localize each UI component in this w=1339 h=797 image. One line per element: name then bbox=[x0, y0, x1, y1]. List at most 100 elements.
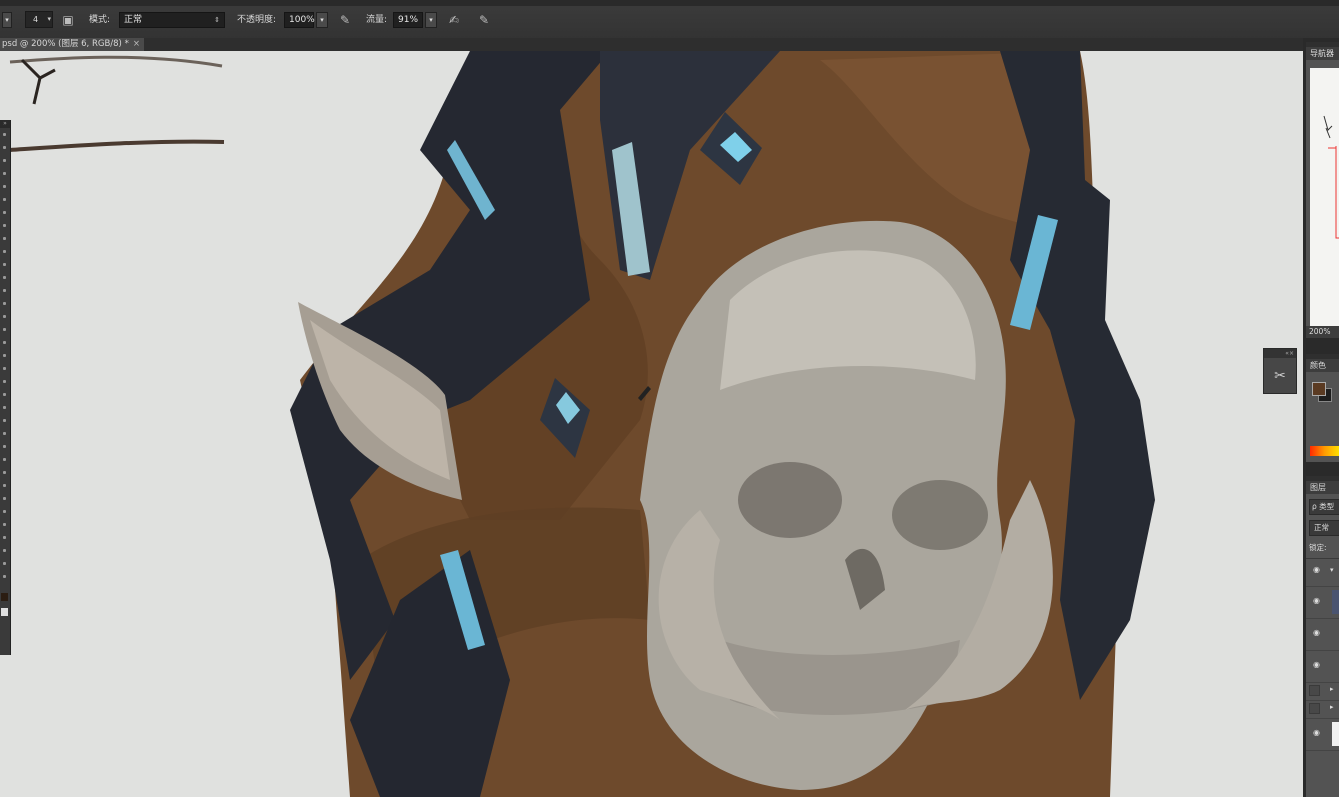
healing-tool[interactable] bbox=[0, 206, 10, 219]
navigator-panel: 导航器 200% bbox=[1306, 42, 1339, 338]
history-brush-tool[interactable] bbox=[0, 245, 10, 258]
navigator-thumbnail[interactable] bbox=[1310, 68, 1339, 330]
brush-size-picker[interactable]: 4 ▾ bbox=[25, 11, 53, 28]
chevron-right-icon[interactable]: ▸ bbox=[1330, 703, 1334, 711]
marquee-tool[interactable] bbox=[0, 141, 10, 154]
blend-mode-select[interactable]: 正常 bbox=[1309, 520, 1339, 536]
hand-tool[interactable] bbox=[0, 362, 10, 375]
skull-eye-socket bbox=[738, 462, 842, 538]
blur-tool[interactable] bbox=[0, 284, 10, 297]
layer-row[interactable]: ◉ bbox=[1306, 718, 1339, 751]
chevron-right-icon[interactable]: ▸ bbox=[1330, 685, 1334, 693]
visibility-toggle-off[interactable] bbox=[1309, 703, 1320, 714]
eye-icon[interactable]: ◉ bbox=[1313, 628, 1320, 637]
toolbar-collapse-icon[interactable]: » bbox=[0, 120, 10, 128]
lasso-tool[interactable] bbox=[0, 154, 10, 167]
mode-select[interactable]: 正常 ⇕ bbox=[119, 12, 225, 28]
layer-group-row[interactable]: ▸ bbox=[1306, 682, 1339, 701]
extra-tool[interactable] bbox=[0, 544, 10, 557]
opacity-label: 不透明度: bbox=[237, 15, 277, 25]
dodge-tool[interactable] bbox=[0, 297, 10, 310]
foreground-color-chip[interactable] bbox=[1312, 382, 1326, 396]
color-title[interactable]: 颜色 bbox=[1306, 359, 1339, 372]
navigator-zoom[interactable]: 200% bbox=[1306, 326, 1339, 338]
background-color-swatch[interactable] bbox=[1, 608, 8, 616]
eyedropper-tool[interactable] bbox=[0, 193, 10, 206]
clone-stamp-tool[interactable] bbox=[0, 232, 10, 245]
foreground-color-swatch[interactable] bbox=[1, 593, 8, 601]
layers-panel: 图层 ρ 类型 正常 锁定: ◉ ▾ ◉ ◉ ◉ ▸ ▸ ◉ bbox=[1306, 476, 1339, 797]
panel-collapse-icon[interactable]: «× bbox=[1264, 349, 1296, 358]
visibility-toggle-off[interactable] bbox=[1309, 685, 1320, 696]
extra-tool[interactable] bbox=[0, 570, 10, 583]
artwork bbox=[9, 51, 1155, 797]
layer-filter-select[interactable]: ρ 类型 bbox=[1309, 499, 1339, 515]
shape-tool[interactable] bbox=[0, 349, 10, 362]
sketch-stroke bbox=[9, 55, 223, 68]
navigator-title[interactable]: 导航器 bbox=[1306, 47, 1339, 60]
extra-tool[interactable] bbox=[0, 557, 10, 570]
pen-tool[interactable] bbox=[0, 310, 10, 323]
menu-strip bbox=[0, 0, 1339, 6]
move-tool[interactable] bbox=[0, 128, 10, 141]
eye-icon[interactable]: ◉ bbox=[1313, 565, 1320, 574]
eye-icon[interactable]: ◉ bbox=[1313, 660, 1320, 669]
path-select-tool[interactable] bbox=[0, 336, 10, 349]
color-ramp[interactable] bbox=[1310, 446, 1339, 456]
opacity-input[interactable]: 100% bbox=[284, 12, 315, 28]
extra-tool[interactable] bbox=[0, 427, 10, 440]
layers-title[interactable]: 图层 bbox=[1306, 481, 1339, 494]
layer-row[interactable]: ◉ bbox=[1306, 650, 1339, 683]
rotate-view-tool[interactable] bbox=[0, 388, 10, 401]
flow-input[interactable]: 91% bbox=[393, 12, 423, 28]
extra-tool[interactable] bbox=[0, 466, 10, 479]
document-tab-bar: psd @ 200% (图层 6, RGB/8) * × bbox=[0, 38, 1305, 51]
extra-tool[interactable] bbox=[0, 453, 10, 466]
layer-thumbnail bbox=[1332, 590, 1339, 614]
extra-tool[interactable] bbox=[0, 518, 10, 531]
gradient-tool[interactable] bbox=[0, 271, 10, 284]
layer-row[interactable]: ◉ bbox=[1306, 586, 1339, 619]
document-tab[interactable]: psd @ 200% (图层 6, RGB/8) * × bbox=[0, 38, 144, 51]
zoom-tool[interactable] bbox=[0, 375, 10, 388]
chevron-down-icon[interactable]: ▾ bbox=[1330, 566, 1334, 574]
brush-size-value: 4 bbox=[33, 15, 39, 24]
canvas[interactable] bbox=[0, 51, 1303, 797]
extra-tool[interactable] bbox=[0, 479, 10, 492]
scissors-icon[interactable]: ✂ bbox=[1267, 363, 1293, 389]
type-tool[interactable] bbox=[0, 323, 10, 336]
options-bar: ▾ 4 ▾ ▣ 模式: 正常 ⇕ 不透明度: 100% ▾ ✎ 流量: 91% … bbox=[0, 0, 1339, 39]
brush-tool[interactable] bbox=[0, 219, 10, 232]
quick-select-tool[interactable] bbox=[0, 167, 10, 180]
tool-preset-dropdown[interactable]: ▾ bbox=[2, 12, 12, 28]
floating-panel: «× ✂ bbox=[1263, 348, 1297, 394]
extra-tool[interactable] bbox=[0, 505, 10, 518]
airbrush-icon[interactable]: ✍ bbox=[446, 12, 462, 28]
eye-icon[interactable]: ◉ bbox=[1313, 728, 1320, 737]
divider bbox=[1306, 558, 1339, 559]
layer-row[interactable]: ◉ ▾ bbox=[1306, 560, 1339, 587]
layer-thumbnail bbox=[1332, 722, 1339, 746]
extra-tool[interactable] bbox=[0, 492, 10, 505]
mode-label: 模式: bbox=[89, 15, 111, 25]
extra-tool[interactable] bbox=[0, 440, 10, 453]
opacity-slider-toggle[interactable]: ▾ bbox=[316, 12, 328, 28]
pressure-opacity-icon[interactable]: ✎ bbox=[337, 12, 353, 28]
color-panel: 颜色 bbox=[1306, 354, 1339, 462]
skull-eye-socket bbox=[892, 480, 988, 550]
preview-stroke bbox=[1323, 115, 1333, 139]
flow-slider-toggle[interactable]: ▾ bbox=[425, 12, 437, 28]
close-icon[interactable]: × bbox=[133, 39, 140, 49]
layer-group-row[interactable]: ▸ bbox=[1306, 700, 1339, 719]
layer-row[interactable]: ◉ bbox=[1306, 618, 1339, 651]
brush-panel-icon[interactable]: ▣ bbox=[60, 12, 76, 28]
extra-tool[interactable] bbox=[0, 414, 10, 427]
right-panel-dock: 导航器 200% 颜色 图层 ρ 类型 正常 锁定: ◉ ▾ ◉ ◉ ◉ ▸ ▸… bbox=[1303, 38, 1339, 797]
pressure-size-icon[interactable]: ✎ bbox=[476, 12, 492, 28]
extra-tool[interactable] bbox=[0, 531, 10, 544]
navigator-preview bbox=[1323, 115, 1339, 239]
eraser-tool[interactable] bbox=[0, 258, 10, 271]
eye-icon[interactable]: ◉ bbox=[1313, 596, 1320, 605]
extra-tool[interactable] bbox=[0, 401, 10, 414]
crop-tool[interactable] bbox=[0, 180, 10, 193]
